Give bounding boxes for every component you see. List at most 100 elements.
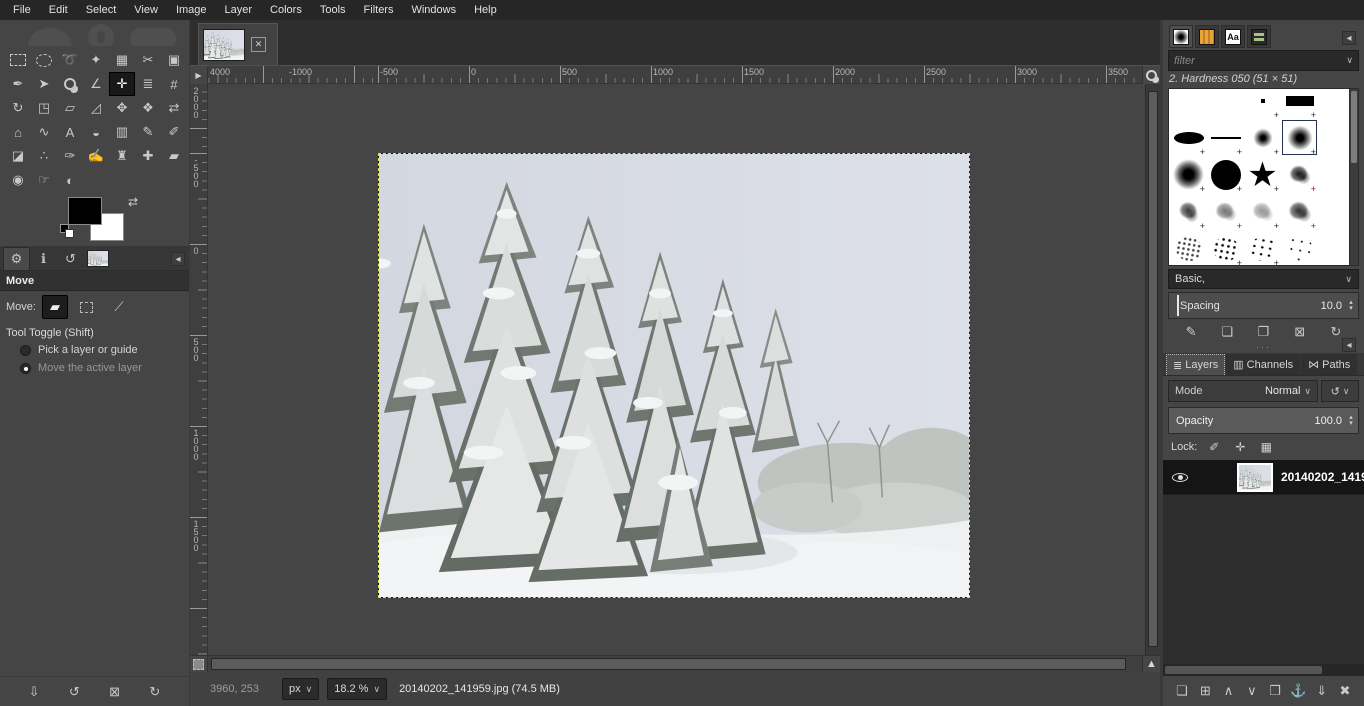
brush-pixel[interactable]: [1244, 88, 1281, 119]
tool-flip[interactable]: ⇄: [161, 96, 187, 120]
menu-item-image[interactable]: Image: [167, 1, 216, 19]
horizontal-scrollbar-thumb[interactable]: [211, 658, 1126, 670]
foreground-color-swatch[interactable]: [68, 197, 102, 225]
tool-measure[interactable]: ∠: [83, 72, 109, 96]
menu-item-help[interactable]: Help: [465, 1, 506, 19]
layers-horizontal-scrollbar[interactable]: [1163, 664, 1364, 676]
action-restore-preset[interactable]: ↺: [63, 682, 85, 702]
tool-paths[interactable]: ✒: [5, 72, 31, 96]
mode-group-switch-button[interactable]: ↺ ∨: [1321, 380, 1359, 402]
tool-bucket-fill[interactable]: ◒: [83, 120, 109, 144]
action-raise-layer[interactable]: ∧: [1218, 681, 1240, 701]
tool-gradient[interactable]: ▥: [109, 120, 135, 144]
swap-colors-icon[interactable]: ⇄: [128, 195, 138, 209]
collapse-dock-button[interactable]: ◂: [1342, 31, 1356, 45]
brush-oblong[interactable]: [1170, 119, 1207, 156]
tab-undo-history[interactable]: ↺: [57, 247, 84, 270]
lock-lock-pixels[interactable]: ✐: [1205, 438, 1223, 456]
tool-foreground-select[interactable]: ▣: [161, 48, 187, 72]
move-path-button[interactable]: ⟋: [106, 295, 132, 319]
layer-name[interactable]: 20140202_141959.jpg: [1281, 470, 1364, 484]
brush-hardness-050[interactable]: [1281, 119, 1318, 156]
dock-drag-handle[interactable]: ···: [1163, 345, 1364, 353]
tab-patterns[interactable]: [1195, 25, 1219, 48]
brush-scrollbar[interactable]: [1349, 89, 1358, 265]
tool-dodge-burn[interactable]: ◐: [57, 168, 83, 192]
action-save-preset[interactable]: ⇩: [23, 682, 45, 702]
menu-item-tools[interactable]: Tools: [311, 1, 355, 19]
lock-lock-position[interactable]: ✛: [1231, 438, 1249, 456]
layer-row-selected[interactable]: 20140202_141959.jpg: [1163, 460, 1364, 494]
default-colors-icon[interactable]: [60, 224, 69, 233]
move-layer-button[interactable]: ▰: [42, 295, 68, 319]
brush-hardness-025[interactable]: [1244, 119, 1281, 156]
radio-pick-layer-or-guide[interactable]: Pick a layer or guide: [0, 341, 189, 359]
collapse-dock-button[interactable]: ◂: [1342, 338, 1356, 352]
opacity-spinner[interactable]: ▴ ▾: [1346, 415, 1356, 427]
action-new-group[interactable]: ⊞: [1194, 681, 1216, 701]
spacing-slider[interactable]: Spacing 10.0 ▴ ▾: [1168, 292, 1359, 319]
action-delete-layer[interactable]: ✖: [1334, 681, 1356, 701]
tool-move[interactable]: ✛: [109, 72, 135, 96]
tool-scissors-select[interactable]: ✂: [135, 48, 161, 72]
tool-color-picker[interactable]: ➤: [31, 72, 57, 96]
brush-splat-01[interactable]: [1281, 193, 1318, 230]
menu-item-edit[interactable]: Edit: [40, 1, 77, 19]
brush-acrylic-03[interactable]: [1207, 193, 1244, 230]
collapse-dock-button[interactable]: ◂: [171, 252, 185, 266]
action-merge-down[interactable]: ⇓: [1311, 681, 1333, 701]
brush-acrylic-02[interactable]: [1170, 193, 1207, 230]
brush-sparks-01[interactable]: [1207, 230, 1244, 266]
tab-device-status[interactable]: ℹ: [30, 247, 57, 270]
brush-block[interactable]: [1281, 88, 1318, 119]
brush-filter-input[interactable]: [1169, 55, 1346, 67]
tab-fonts[interactable]: Aa: [1221, 25, 1245, 48]
tab-layers[interactable]: ≣ Layers: [1166, 354, 1225, 375]
tool-perspective-clone[interactable]: ▰: [161, 144, 187, 168]
canvas-image[interactable]: [378, 153, 970, 598]
brush-hardness-100[interactable]: [1207, 156, 1244, 193]
action-delete-brush[interactable]: ⊠: [1289, 322, 1311, 342]
menu-item-file[interactable]: File: [4, 1, 40, 19]
layer-mode-dropdown[interactable]: Mode Normal ∨: [1168, 380, 1318, 402]
tool-warp-transform[interactable]: ∿: [31, 120, 57, 144]
brush-dots-small[interactable]: [1281, 230, 1318, 266]
radio-move-active-layer[interactable]: Move the active layer: [0, 359, 189, 377]
tool-mypaint-brush[interactable]: ✍: [83, 144, 109, 168]
tool-text[interactable]: A: [57, 120, 83, 144]
menu-item-windows[interactable]: Windows: [402, 1, 465, 19]
brush-splat-02[interactable]: [1170, 230, 1207, 266]
horizontal-ruler[interactable]: ▼ -1000-50005001000150020002500300035004…: [208, 66, 1142, 83]
tool-zoom[interactable]: [57, 72, 83, 96]
lock-lock-alpha[interactable]: ▦: [1257, 438, 1275, 456]
tool-rectangle-select[interactable]: [5, 48, 31, 72]
tool-rotate[interactable]: ↻: [5, 96, 31, 120]
brush-line[interactable]: [1207, 119, 1244, 156]
action-new-brush[interactable]: ❏: [1216, 322, 1238, 342]
tab-image-thumbnail[interactable]: [84, 247, 111, 270]
quick-mask-button[interactable]: [190, 656, 208, 672]
tool-select-by-color[interactable]: ▦: [109, 48, 135, 72]
ruler-menu-button[interactable]: ▶: [190, 66, 208, 84]
tool-perspective[interactable]: ◿: [83, 96, 109, 120]
horizontal-scrollbar[interactable]: [208, 656, 1142, 672]
spacing-spinner[interactable]: ▴ ▾: [1346, 300, 1356, 312]
tool-unified-transform[interactable]: ✥: [109, 96, 135, 120]
layer-list-empty-area[interactable]: [1163, 494, 1364, 664]
brush-hardness-075[interactable]: [1170, 156, 1207, 193]
tool-ellipse-select[interactable]: [31, 48, 57, 72]
tool-handle-transform[interactable]: ❖: [135, 96, 161, 120]
brush-empty-b[interactable]: [1207, 88, 1244, 119]
brush-acrylic-04[interactable]: [1244, 193, 1281, 230]
brush-group-dropdown[interactable]: Basic, ∨: [1168, 269, 1359, 289]
menu-item-view[interactable]: View: [125, 1, 167, 19]
menu-item-select[interactable]: Select: [77, 1, 126, 19]
layers-scrollbar-thumb[interactable]: [1165, 666, 1322, 674]
tool-shear[interactable]: ▱: [57, 96, 83, 120]
action-duplicate-brush[interactable]: ❐: [1252, 322, 1274, 342]
close-icon[interactable]: ✕: [251, 37, 266, 52]
brush-star[interactable]: ★: [1244, 156, 1281, 193]
brush-sparks-02[interactable]: [1244, 230, 1281, 266]
tab-tool-options[interactable]: ⚙: [3, 247, 30, 270]
tool-crop[interactable]: #: [161, 72, 187, 96]
